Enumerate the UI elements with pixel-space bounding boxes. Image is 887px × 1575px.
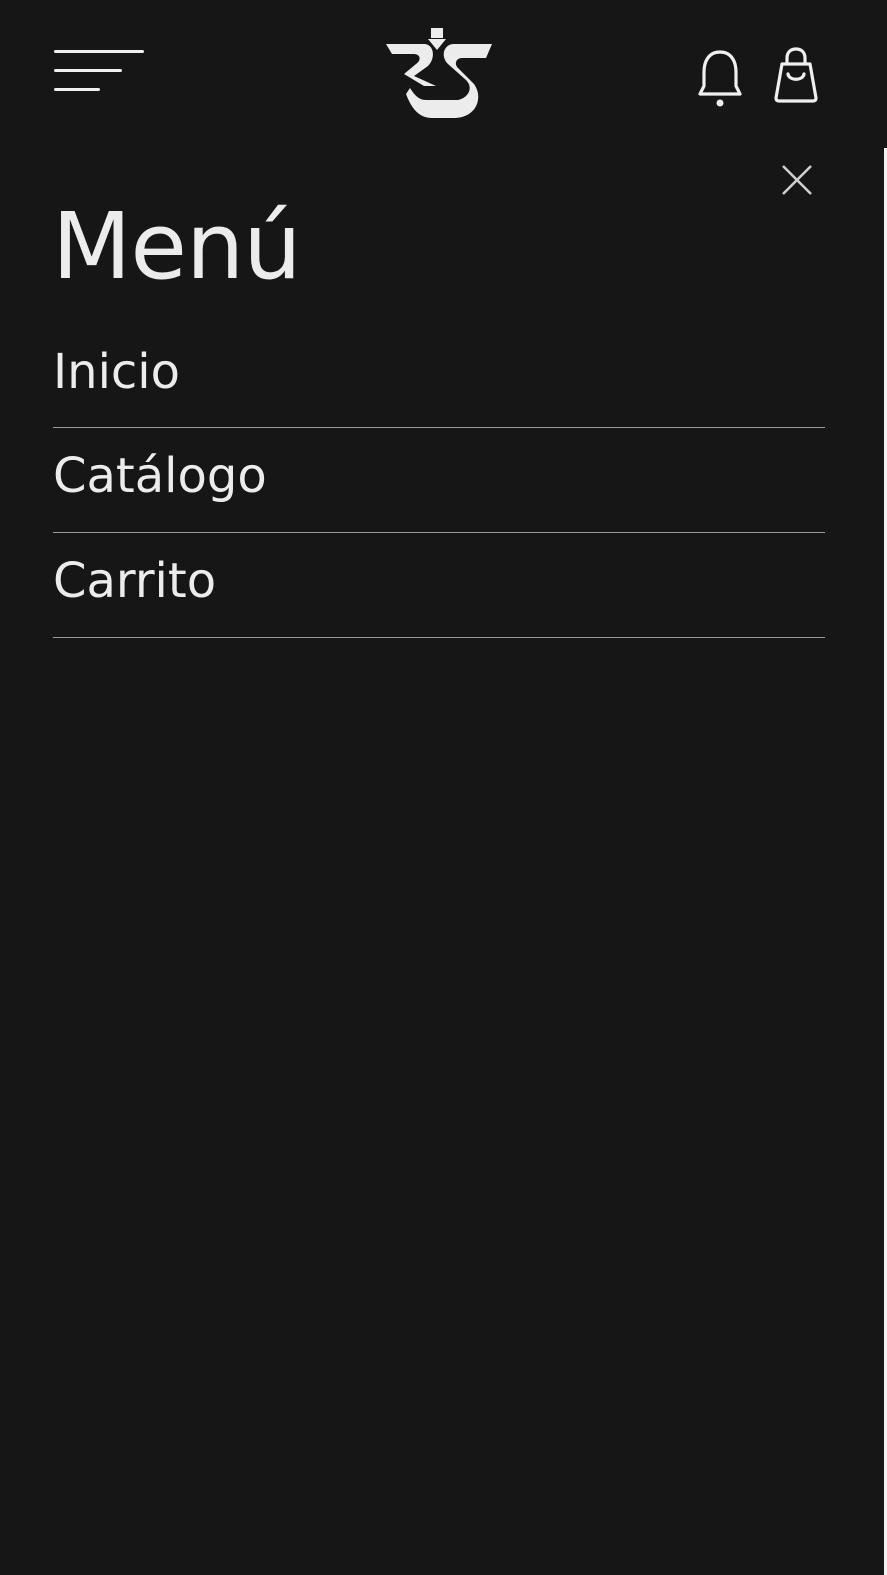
- top-header: [0, 0, 887, 148]
- menu-list: Inicio Catálogo Carrito: [53, 324, 825, 638]
- hamburger-line: [54, 50, 144, 53]
- hamburger-line: [54, 69, 122, 72]
- menu-item-catalogo[interactable]: Catálogo: [53, 428, 825, 533]
- menu-item-label: Carrito: [53, 553, 217, 609]
- menu-drawer-page: Menú Inicio Catálogo Carrito: [0, 0, 887, 1575]
- hamburger-line: [54, 88, 100, 91]
- hamburger-menu-button[interactable]: [52, 48, 146, 94]
- close-icon[interactable]: [780, 163, 814, 197]
- brand-logo-icon[interactable]: [384, 28, 494, 120]
- menu-item-inicio[interactable]: Inicio: [53, 324, 825, 428]
- menu-item-label: Catálogo: [53, 448, 267, 504]
- menu-item-carrito[interactable]: Carrito: [53, 533, 825, 638]
- shopping-bag-icon[interactable]: [772, 46, 820, 104]
- menu-item-label: Inicio: [53, 344, 181, 400]
- bell-icon[interactable]: [697, 48, 743, 108]
- menu-title: Menú: [52, 193, 302, 300]
